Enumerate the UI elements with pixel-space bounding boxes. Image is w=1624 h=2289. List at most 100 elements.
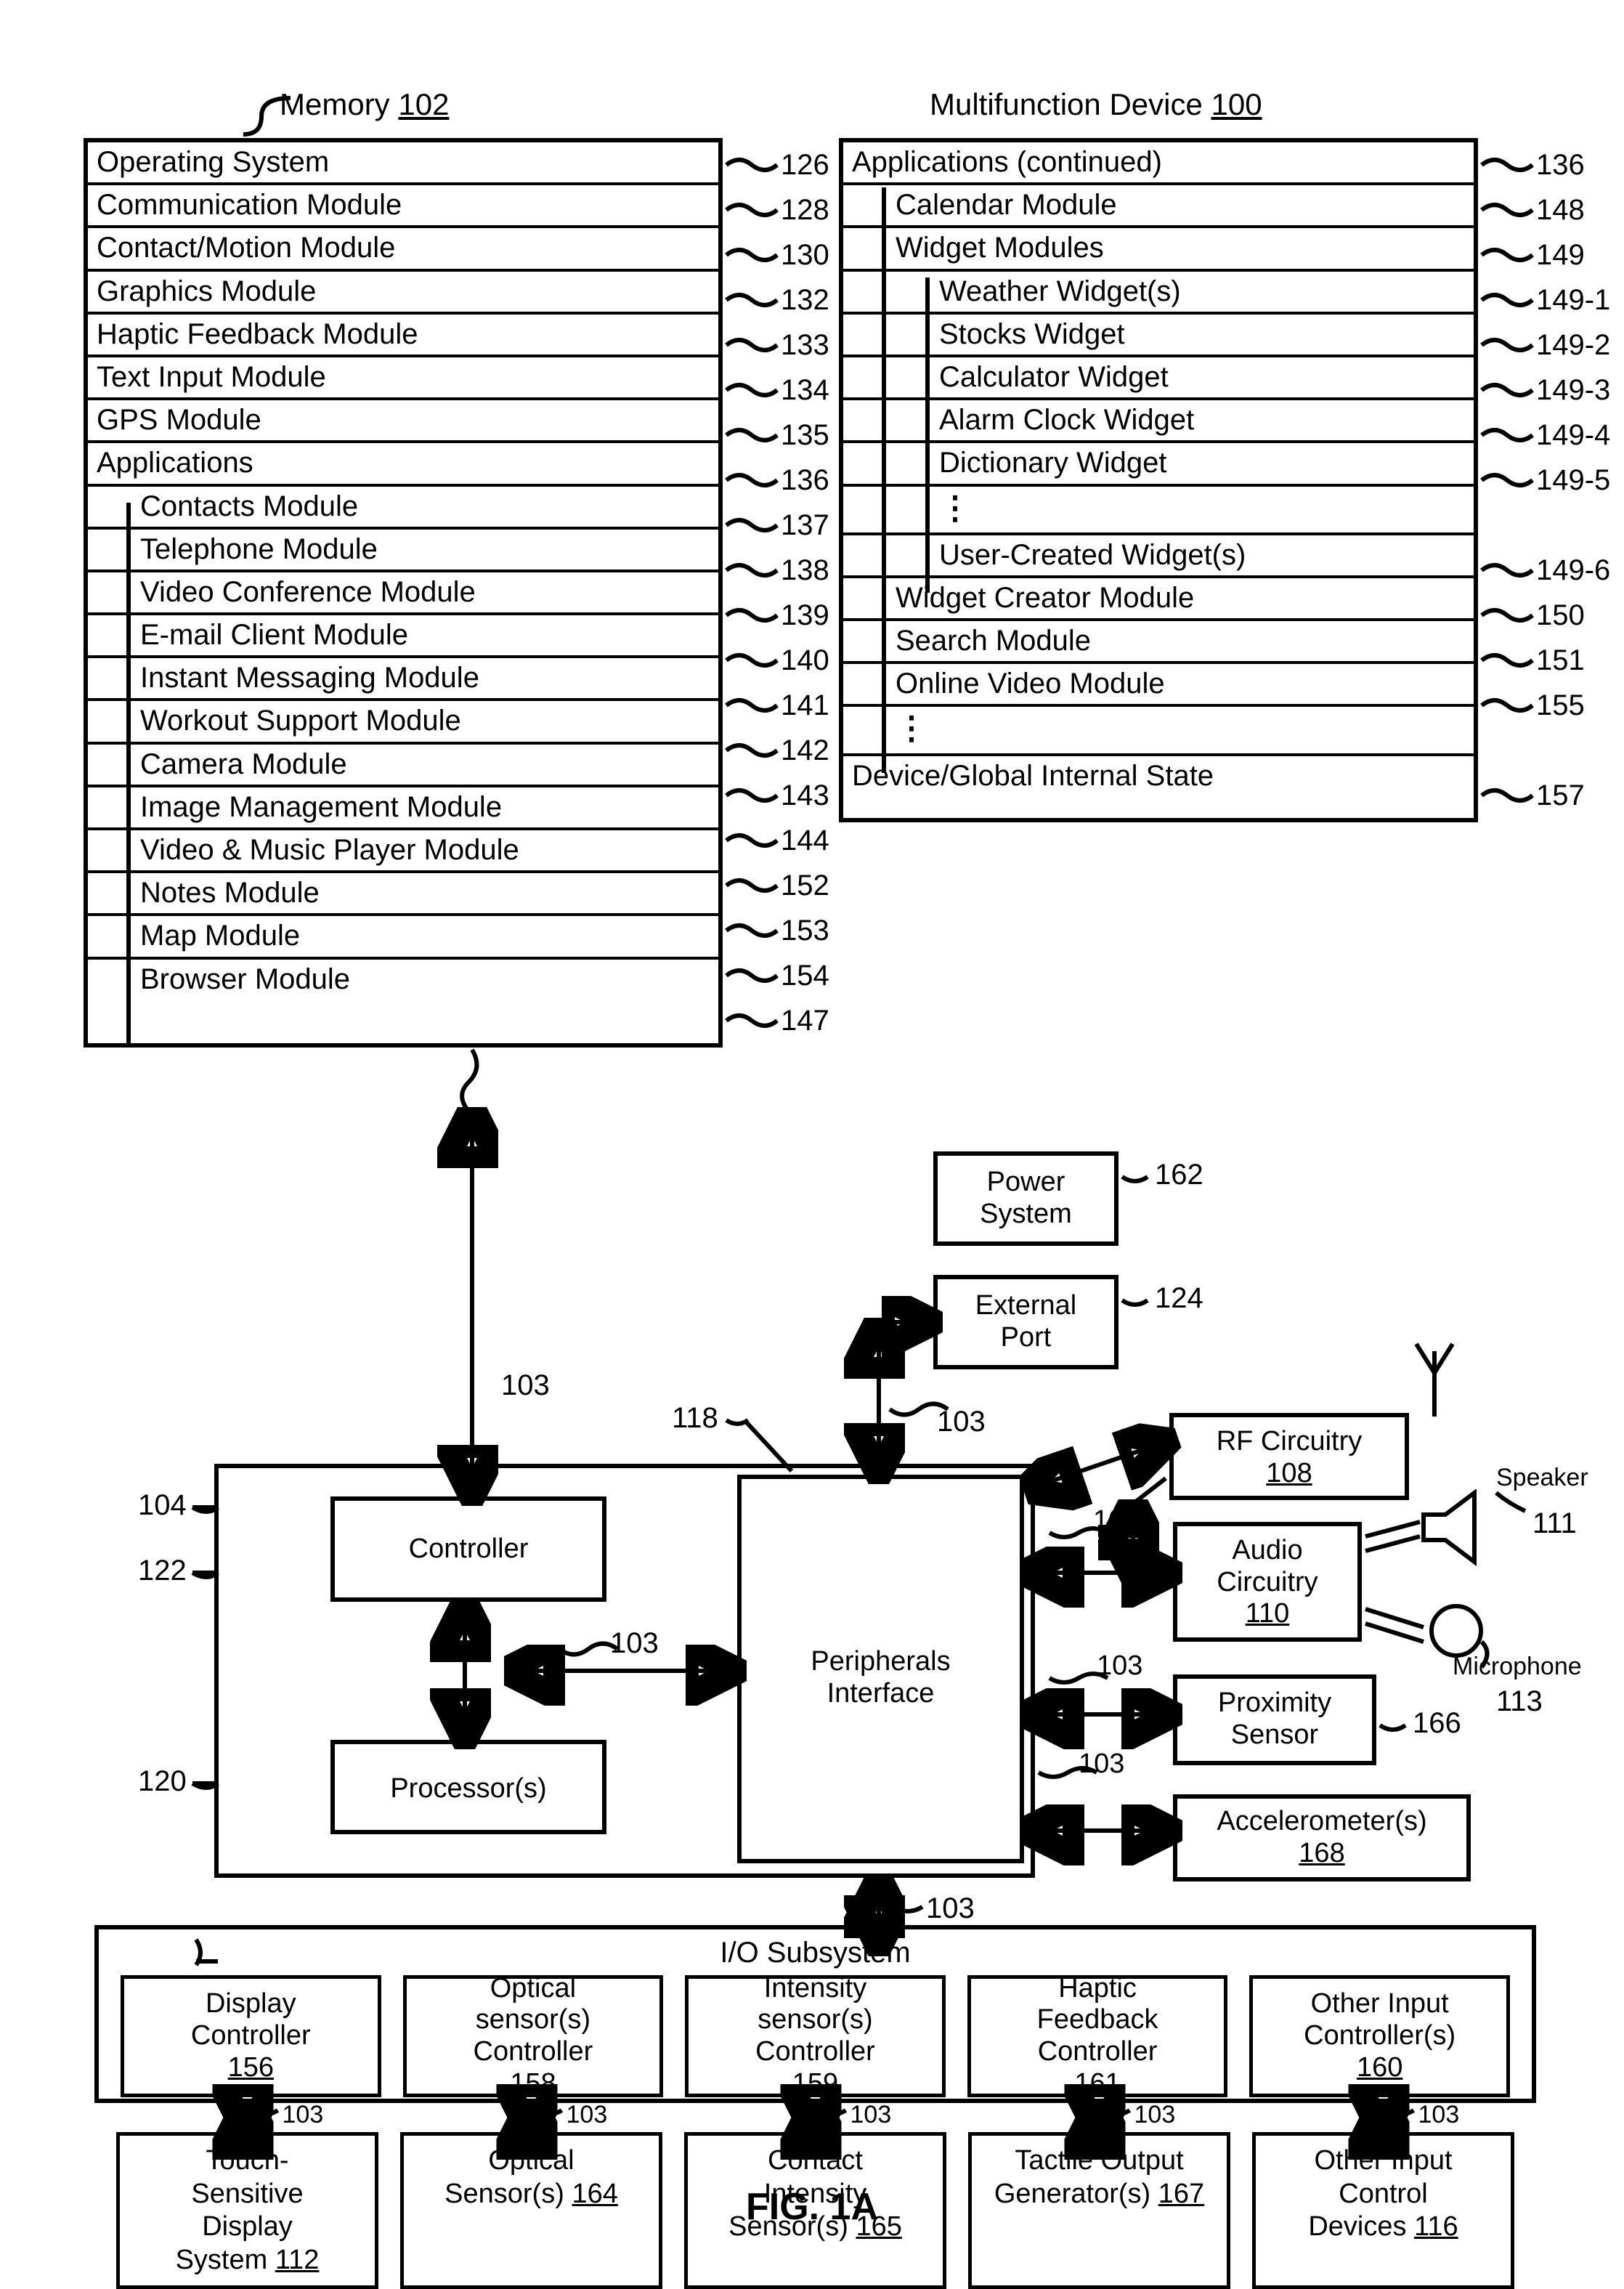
mic-label: Microphone bbox=[1453, 1653, 1582, 1681]
device-row-ref: 149-2 bbox=[1536, 329, 1610, 362]
memory-row: Browser Module bbox=[88, 960, 718, 1000]
memory-row: Instant Messaging Module bbox=[88, 658, 718, 701]
device-row: Applications (continued) bbox=[843, 142, 1474, 185]
device-row-ref: 148 bbox=[1536, 194, 1585, 227]
device-row-ref: 149-1 bbox=[1536, 284, 1610, 317]
device-row: Calculator Widget bbox=[843, 357, 1474, 400]
memory-row-ref: 128 bbox=[781, 194, 829, 227]
processor-ref: 120 bbox=[138, 1765, 187, 1798]
memory-row-ref: 147 bbox=[781, 1005, 829, 1037]
memory-row-ref: 154 bbox=[781, 960, 829, 992]
device-row-ref: 149-6 bbox=[1536, 554, 1610, 587]
svg-text:103: 103 bbox=[926, 1892, 975, 1924]
io-block: HapticFeedbackController161 bbox=[967, 1975, 1228, 2097]
peripherals-interface-box: PeripheralsInterface bbox=[737, 1475, 1024, 1863]
svg-text:103: 103 bbox=[1134, 2101, 1176, 2128]
svg-text:103: 103 bbox=[567, 2101, 608, 2128]
device-row: Dictionary Widget bbox=[843, 443, 1474, 486]
speaker-ref: 111 bbox=[1532, 1507, 1577, 1540]
memory-row: Graphics Module bbox=[88, 272, 718, 315]
power-system-box: PowerSystem bbox=[933, 1151, 1118, 1246]
device-row-ref: 155 bbox=[1536, 689, 1585, 722]
memory-row-ref: 135 bbox=[781, 419, 829, 452]
figure-caption: FIG. 1A bbox=[0, 2185, 1624, 2229]
memory-row: Haptic Feedback Module bbox=[88, 315, 718, 357]
device-row: Weather Widget(s) bbox=[843, 272, 1474, 315]
memory-row-ref: 141 bbox=[781, 689, 829, 722]
memory-row: Video & Music Player Module bbox=[88, 830, 718, 873]
memory-bracket-icon bbox=[240, 91, 298, 142]
memory-row-ref: 133 bbox=[781, 329, 829, 362]
device-row: ⋮ bbox=[843, 707, 1474, 755]
controller-ref-122: 122 bbox=[138, 1555, 187, 1587]
svg-text:103: 103 bbox=[283, 2101, 324, 2128]
svg-text:103: 103 bbox=[1097, 1650, 1142, 1681]
device-row: Alarm Clock Widget bbox=[843, 400, 1474, 443]
memory-row: Notes Module bbox=[88, 873, 718, 916]
memory-row-ref: 143 bbox=[781, 779, 829, 812]
device-row: Calendar Module bbox=[843, 185, 1474, 228]
memory-row: Image Management Module bbox=[88, 787, 718, 830]
device-row: Search Module bbox=[843, 621, 1474, 664]
memory-row-ref: 136 bbox=[781, 464, 829, 497]
device-row: Online Video Module bbox=[843, 664, 1474, 707]
svg-text:103: 103 bbox=[850, 2101, 892, 2128]
memory-row-ref: 139 bbox=[781, 599, 829, 632]
peripherals-ref: 118 bbox=[672, 1402, 718, 1435]
memory-row: Workout Support Module bbox=[88, 701, 718, 744]
device-table: Applications (continued)Calendar ModuleW… bbox=[839, 138, 1478, 822]
memory-row-ref: 152 bbox=[781, 870, 829, 902]
processor-box: Processor(s) bbox=[330, 1740, 606, 1834]
memory-row-ref: 142 bbox=[781, 734, 829, 767]
extport-ref: 124 bbox=[1155, 1282, 1203, 1315]
memory-row-ref: 137 bbox=[781, 509, 829, 542]
device-row: Widget Creator Module bbox=[843, 578, 1474, 621]
memory-row: Communication Module bbox=[88, 185, 718, 228]
rf-circuitry-box: RF Circuitry108 bbox=[1169, 1413, 1409, 1500]
memory-row: Contacts Module bbox=[88, 487, 718, 530]
svg-text:103: 103 bbox=[1093, 1505, 1139, 1536]
memory-row-ref: 153 bbox=[781, 915, 829, 947]
svg-text:103: 103 bbox=[937, 1406, 986, 1438]
memory-row: Map Module bbox=[88, 916, 718, 959]
device-row-ref: 150 bbox=[1536, 599, 1585, 632]
device-label: Multifunction Device 100 bbox=[930, 87, 1262, 122]
mic-ref: 113 bbox=[1496, 1685, 1543, 1718]
proximity-sensor-box: ProximitySensor bbox=[1173, 1674, 1376, 1765]
device-row-ref: 149-3 bbox=[1536, 374, 1610, 407]
memory-row: Camera Module bbox=[88, 745, 718, 787]
io-subsystem-box: I/O Subsystem DisplayController156Optica… bbox=[94, 1925, 1536, 2103]
device-row: ⋮ bbox=[843, 487, 1474, 535]
device-row-ref: 149-5 bbox=[1536, 464, 1610, 497]
power-ref: 162 bbox=[1155, 1159, 1203, 1191]
memory-row: Operating System bbox=[88, 142, 718, 185]
memory-table: Operating SystemCommunication ModuleCont… bbox=[84, 138, 723, 1048]
accelerometer-box: Accelerometer(s)168 bbox=[1173, 1794, 1471, 1881]
memory-row-ref: 132 bbox=[781, 284, 829, 317]
device-row-ref: 149 bbox=[1536, 239, 1585, 272]
speaker-icon bbox=[1420, 1489, 1507, 1569]
antenna-icon bbox=[1409, 1337, 1460, 1417]
memory-row: GPS Module bbox=[88, 400, 718, 443]
memory-row: E-mail Client Module bbox=[88, 615, 718, 658]
memory-row: Text Input Module bbox=[88, 357, 718, 400]
device-row-ref: 157 bbox=[1536, 779, 1585, 812]
memory-row-ref: 144 bbox=[781, 825, 829, 857]
device-row: Widget Modules bbox=[843, 228, 1474, 271]
device-row: Stocks Widget bbox=[843, 315, 1474, 357]
io-block: Intensitysensor(s)Controller159 bbox=[685, 1975, 946, 2097]
svg-text:103: 103 bbox=[1079, 1749, 1124, 1779]
memory-row: Contact/Motion Module bbox=[88, 228, 718, 271]
memory-row: Telephone Module bbox=[88, 530, 718, 572]
device-row-ref: 136 bbox=[1536, 149, 1585, 182]
io-block: DisplayController156 bbox=[121, 1975, 381, 2097]
memory-label: Memory 102 bbox=[280, 87, 449, 122]
controller-box: Controller bbox=[330, 1496, 606, 1602]
io-title: I/O Subsystem bbox=[99, 1929, 1532, 1975]
speaker-label: Speaker bbox=[1496, 1464, 1588, 1492]
device-row: User-Created Widget(s) bbox=[843, 535, 1474, 578]
device-row-ref: 149-4 bbox=[1536, 419, 1610, 452]
microphone-icon bbox=[1427, 1602, 1485, 1660]
memory-row-ref: 138 bbox=[781, 554, 829, 587]
memory-row-ref: 126 bbox=[781, 149, 829, 182]
